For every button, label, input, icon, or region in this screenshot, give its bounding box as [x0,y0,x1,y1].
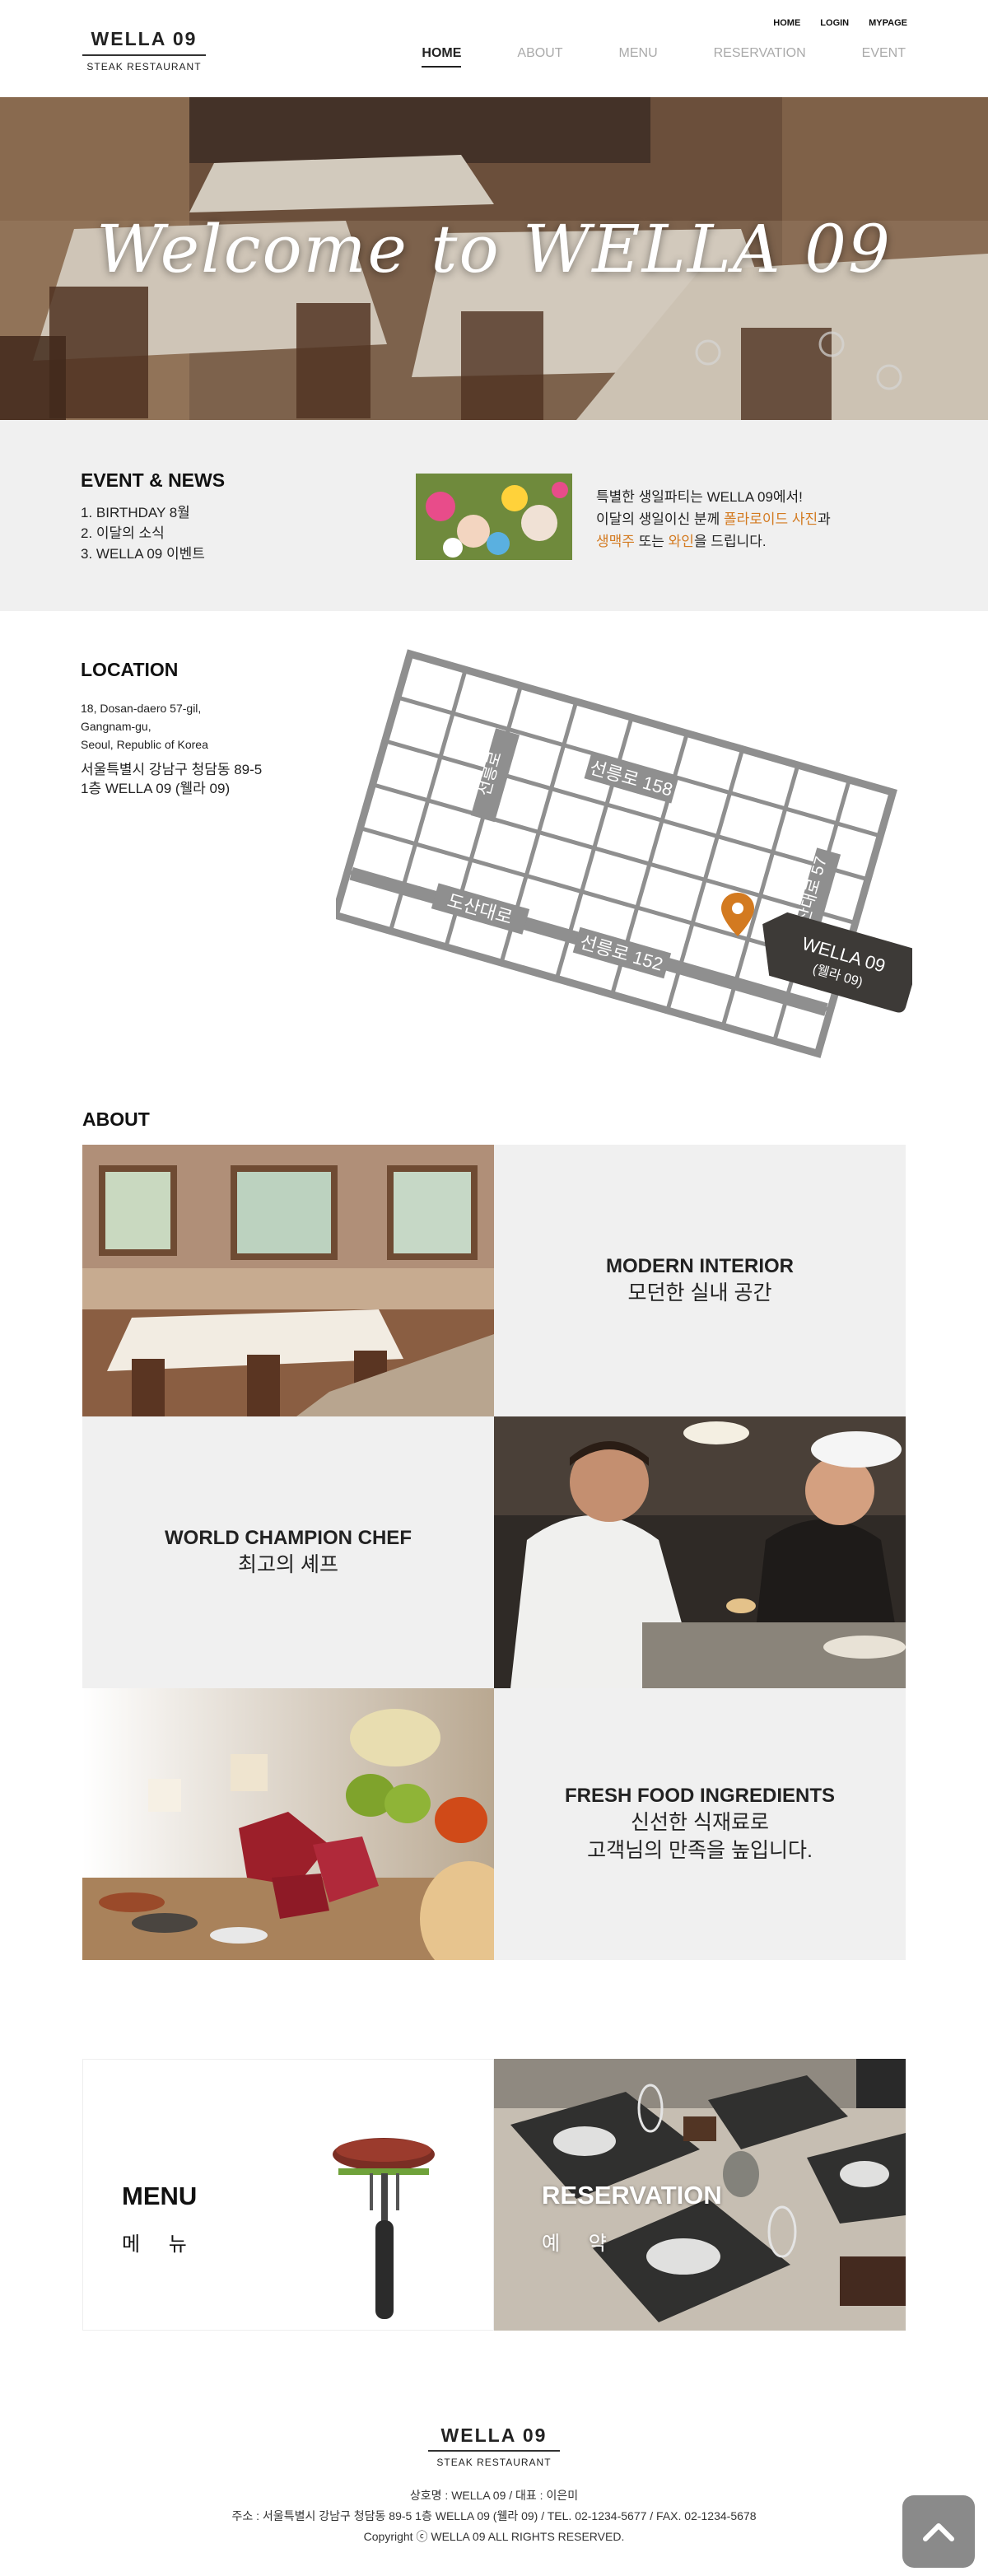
tile-title-ko: 신선한 식재료로 [631,1811,769,1834]
about-title: ABOUT [82,1108,150,1130]
reservation-title-ko: 예 약 [542,2233,618,2255]
footer-logo-subtitle: STEAK RESTAURANT [436,2457,552,2468]
menu-card[interactable]: MENU 메 뉴 [82,2059,494,2331]
footer-business-info: 상호명 : WELLA 09 / 대표 : 이은미 [409,2489,579,2502]
scroll-top-button[interactable] [902,2495,975,2568]
tile-title-ko: 모던한 실내 공간 [627,1281,772,1304]
interior-image [82,1145,494,1416]
footer-logo: WELLA 09 STEAK RESTAURANT [428,2424,560,2468]
event-line: 특별한 생일파티는 WELLA 09에서! [596,489,803,505]
nav-menu[interactable]: MENU [619,46,658,68]
util-mypage-link[interactable]: MYPAGE [869,18,907,28]
nav-about[interactable]: ABOUT [517,46,562,68]
logo-subtitle: STEAK RESTAURANT [86,61,202,72]
chevron-up-icon [923,2523,954,2541]
nav-event[interactable]: EVENT [862,46,906,68]
event-description: 특별한 생일파티는 WELLA 09에서! 이달의 생일이신 분께 폴라로이드 … [596,486,831,553]
address-korean: 서울특별시 강남구 청담동 89-5 1층 WELLA 09 (웰라 09) [81,762,263,796]
footer-info: 상호명 : WELLA 09 / 대표 : 이은미 주소 : 서울특별시 강남구… [0,2485,988,2547]
footer-address-info: 주소 : 서울특별시 강남구 청담동 89-5 1층 WELLA 09 (웰라 … [231,2509,757,2522]
about-tile-interior: MODERN INTERIOR 모던한 실내 공간 [494,1145,906,1416]
nav-home[interactable]: HOME [422,46,462,68]
event-list: 1. BIRTHDAY 8월 2. 이달의 소식 3. WELLA 09 이벤트 [81,502,205,564]
tile-title-en: MODERN INTERIOR [606,1255,794,1277]
menu-title-ko: 메 뉴 [122,2233,198,2256]
event-title: EVENT & NEWS [81,469,226,491]
tile-title-en: FRESH FOOD INGREDIENTS [564,1785,836,1807]
location-title: LOCATION [81,659,179,680]
tile-title-en: WORLD CHAMPION CHEF [165,1527,412,1549]
footer-logo-name: WELLA 09 [440,2424,548,2446]
event-party-image[interactable] [416,474,572,560]
event-item[interactable]: 1. BIRTHDAY 8월 [81,502,205,523]
logo-name: WELLA 09 [91,28,198,49]
event-section: EVENT & NEWS 1. BIRTHDAY 8월 2. 이달의 소식 3.… [0,420,988,611]
main-nav: HOME ABOUT MENU RESERVATION EVENT [366,46,906,68]
site-header: WELLA 09 STEAK RESTAURANT HOME LOGIN MYP… [0,0,988,97]
menu-title-en: MENU [122,2182,198,2210]
location-map[interactable]: 선릉로 158 선릉로 도산대로 57 도산대로 선릉로 152 WELLA 0… [336,644,912,1066]
event-item[interactable]: 3. WELLA 09 이벤트 [81,544,205,564]
util-home-link[interactable]: HOME [773,18,800,28]
map-grid: 선릉로 158 선릉로 도산대로 57 도산대로 선릉로 152 [336,649,897,1058]
event-item[interactable]: 2. 이달의 소식 [81,523,205,544]
tile-subtitle-ko: 고객님의 만족을 높입니다. [587,1839,813,1862]
nav-reservation[interactable]: RESERVATION [714,46,806,68]
util-login-link[interactable]: LOGIN [820,18,849,28]
logo-divider [82,54,206,56]
footer-copyright: Copyright ⓒ WELLA 09 ALL RIGHTS RESERVED… [363,2530,625,2543]
about-tile-chef: WORLD CHAMPION CHEF 최고의 셰프 [82,1416,494,1688]
event-line: 생맥주 또는 와인을 드립니다. [596,534,767,549]
utility-nav: HOME LOGIN MYPAGE [773,18,907,28]
hero-banner: Welcome to WELLA 09 [0,97,988,420]
event-line: 이달의 생일이신 분께 폴라로이드 사진과 [596,511,831,527]
reservation-card[interactable]: RESERVATION 예 약 [494,2059,906,2331]
footer-logo-divider [428,2450,560,2452]
ingredients-image [82,1688,494,1960]
chef-image [494,1416,906,1688]
logo[interactable]: WELLA 09 STEAK RESTAURANT [82,25,206,72]
tile-title-ko: 최고의 셰프 [238,1553,338,1576]
hero-title: Welcome to WELLA 09 [96,211,892,287]
reservation-title-en: RESERVATION [542,2181,722,2210]
address-english: 18, Dosan-daero 57-gil, Gangnam-gu, Seou… [81,702,208,751]
about-tile-ingredients: FRESH FOOD INGREDIENTS 신선한 식재료로 고객님의 만족을… [494,1688,906,1960]
